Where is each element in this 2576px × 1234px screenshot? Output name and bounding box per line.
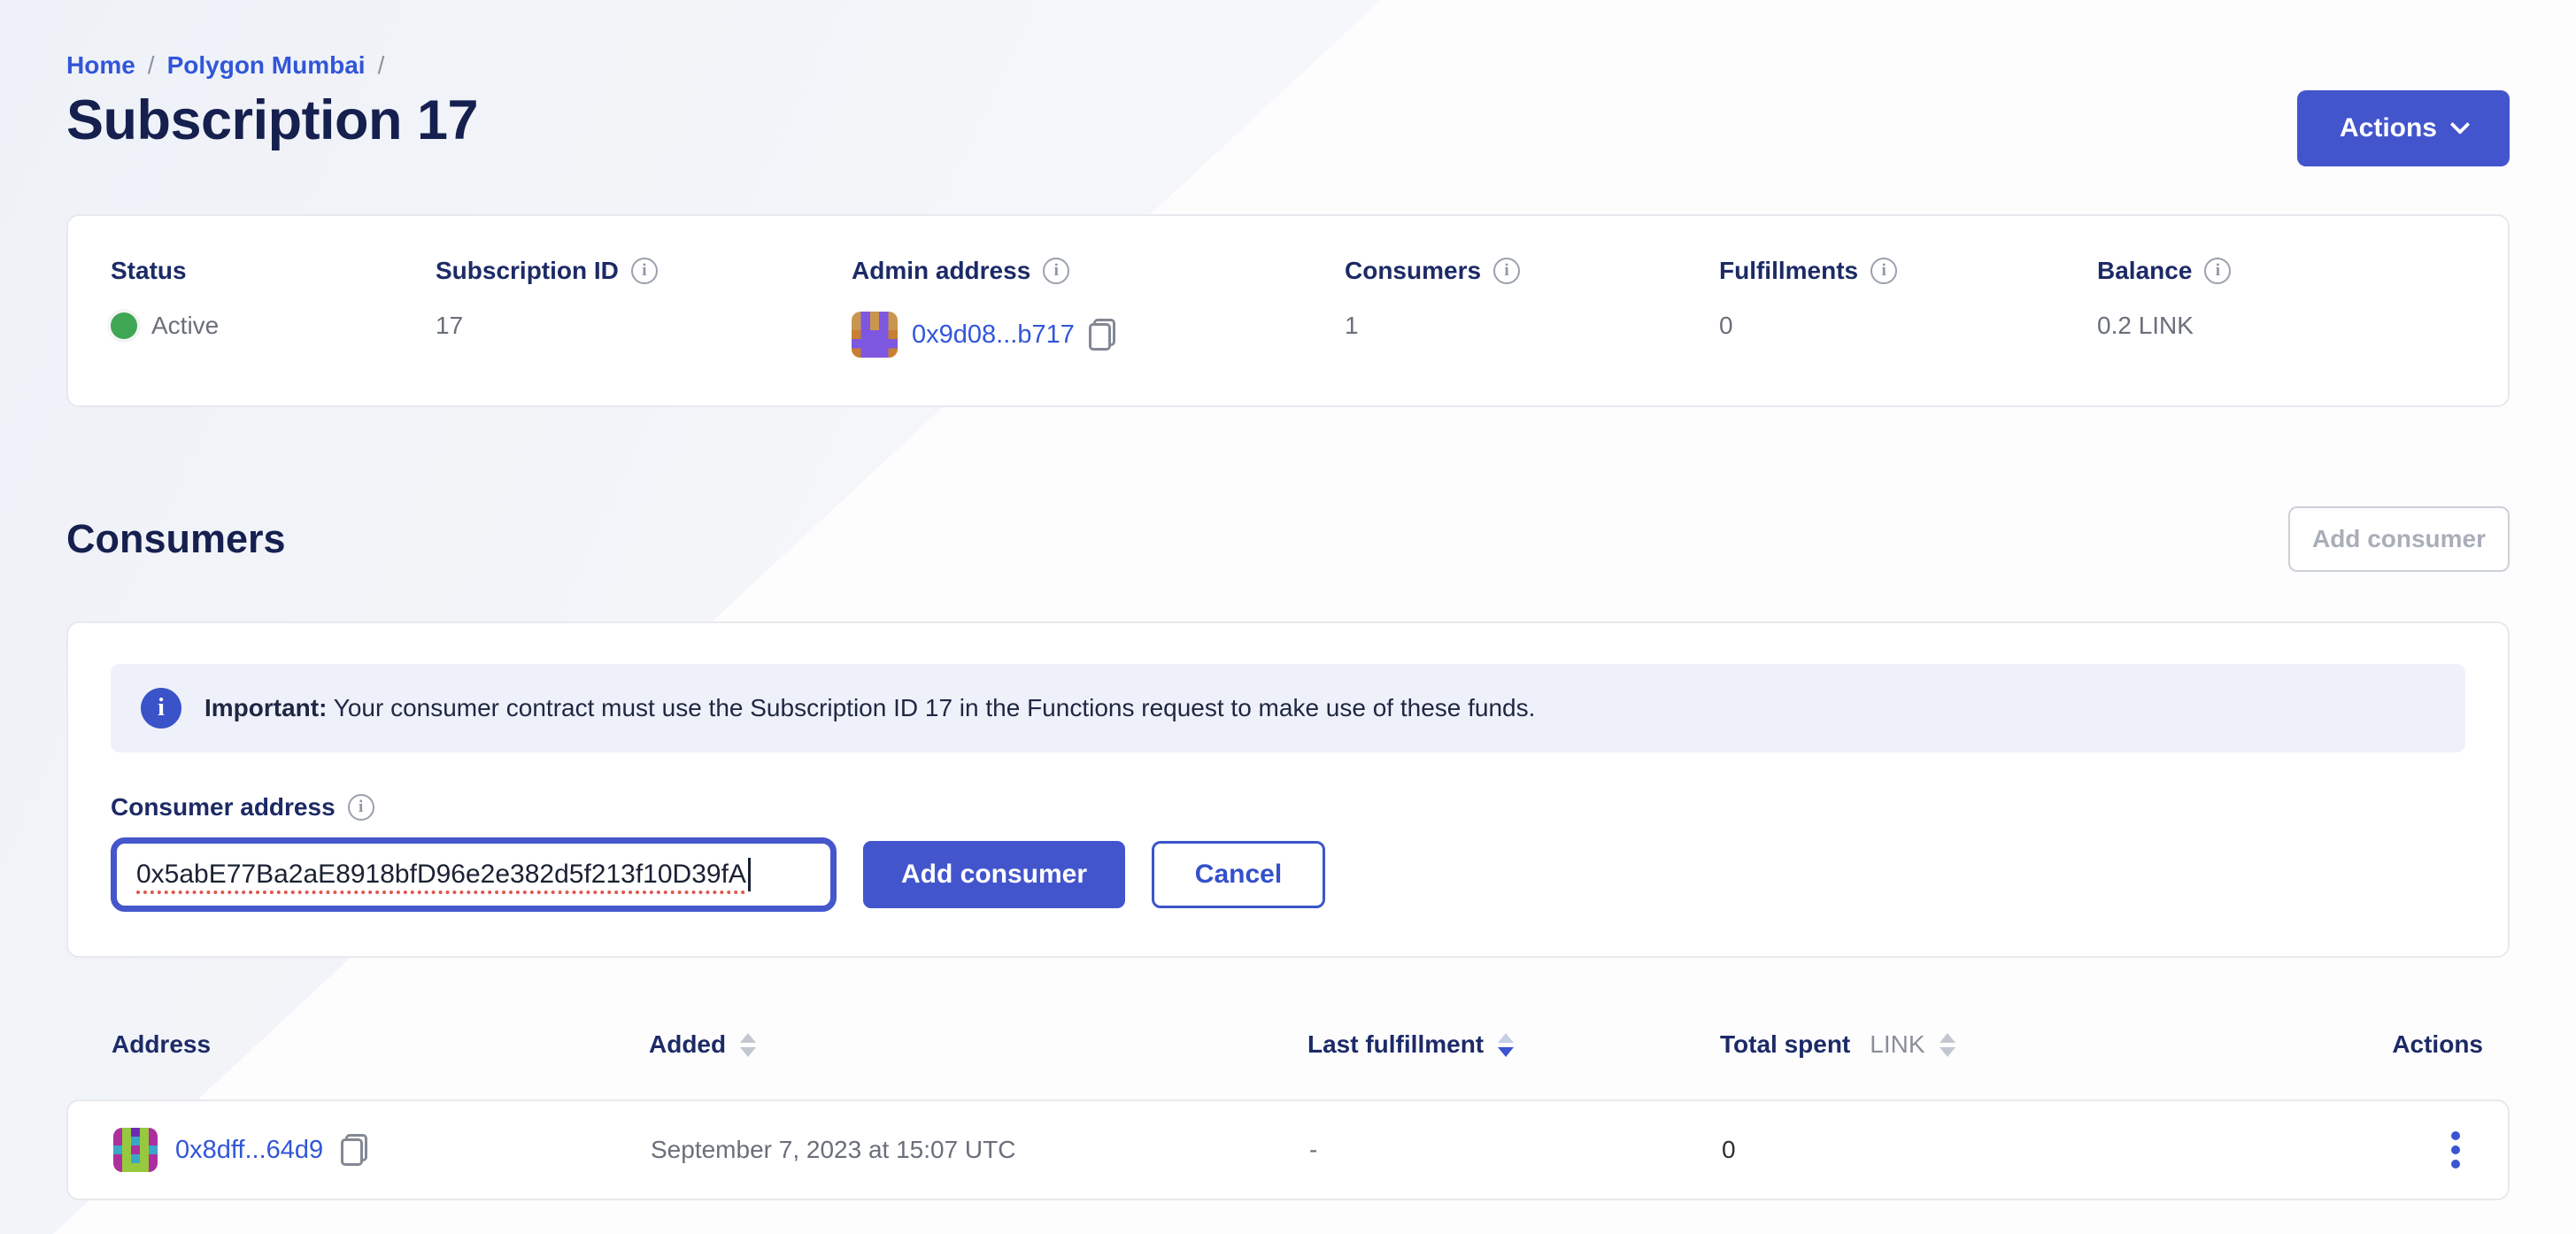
info-icon[interactable]: i [1043,258,1069,284]
info-icon[interactable]: i [2204,258,2231,284]
consumer-table-row: 0x8dff...64d9 September 7, 2023 at 15:07… [66,1099,2510,1200]
total-spent-unit-label: LINK [1870,1030,1924,1059]
consumer-address-cell: 0x8dff...64d9 [113,1128,651,1172]
balance-label: Balance [2097,257,2192,285]
subscription-id-value: 17 [436,312,463,340]
consumers-table-header: Address Added Last fulfillment Total spe… [66,1030,2510,1059]
admin-identicon [852,312,898,358]
summary-balance: Balance i 0.2 LINK [2097,257,2465,358]
subscription-summary-card: Status Active Subscription ID i 17 Admin… [66,214,2510,407]
status-active-dot [111,312,137,339]
consumer-actions-cell [2366,1128,2481,1172]
subscription-detail-page: Home / Polygon Mumbai / Subscription 17 … [0,0,2576,1200]
info-icon[interactable]: i [348,794,374,821]
info-icon[interactable]: i [1870,258,1897,284]
sort-icon-active-desc[interactable] [1498,1033,1514,1057]
column-header-last-fulfillment[interactable]: Last fulfillment [1307,1030,1720,1059]
column-header-actions: Actions [2368,1030,2483,1059]
column-header-total-spent[interactable]: Total spent LINK [1720,1030,2368,1059]
last-fulfillment-header-label: Last fulfillment [1307,1030,1484,1059]
add-consumer-card: i Important: Your consumer contract must… [66,621,2510,958]
sort-icon[interactable] [1940,1033,1955,1057]
summary-admin-address: Admin address i [852,257,1345,358]
fulfillments-value: 0 [1719,312,1733,340]
breadcrumb-separator: / [148,51,155,80]
column-header-added[interactable]: Added [649,1030,1307,1059]
consumer-added-cell: September 7, 2023 at 15:07 UTC [651,1136,1309,1164]
consumer-address-label: Consumer address [111,793,335,821]
info-icon[interactable]: i [631,258,658,284]
added-header-label: Added [649,1030,726,1059]
consumer-address-field-label: Consumer address i [111,793,2465,821]
subscription-id-label: Subscription ID [436,257,619,285]
info-icon[interactable]: i [1493,258,1520,284]
cancel-button[interactable]: Cancel [1152,841,1325,908]
admin-address-label: Admin address [852,257,1030,285]
important-notice-banner: i Important: Your consumer contract must… [111,664,2465,752]
sort-icon[interactable] [740,1033,756,1057]
balance-value: 0.2 LINK [2097,312,2194,340]
consumers-value: 1 [1345,312,1359,340]
breadcrumb-separator: / [378,51,385,80]
breadcrumb-network-link[interactable]: Polygon Mumbai [167,51,366,80]
admin-address-link[interactable]: 0x9d08...b717 [912,320,1075,350]
status-label: Status [111,257,187,285]
actions-button[interactable]: Actions [2297,90,2510,166]
important-notice-text: Important: Your consumer contract must u… [204,694,1535,722]
text-caret [748,858,751,891]
copy-icon[interactable] [1089,319,1115,351]
actions-header-label: Actions [2392,1030,2483,1059]
consumers-heading: Consumers [66,516,286,562]
address-header-label: Address [112,1030,211,1059]
consumer-address-link[interactable]: 0x8dff...64d9 [175,1136,323,1165]
copy-icon[interactable] [341,1134,367,1166]
summary-subscription-id: Subscription ID i 17 [436,257,852,358]
breadcrumb: Home / Polygon Mumbai / [66,0,2510,80]
total-spent-header-label: Total spent [1720,1030,1850,1059]
fulfillments-label: Fulfillments [1719,257,1858,285]
consumer-address-input[interactable]: 0x5abE77Ba2aE8918bfD96e2e382d5f213f10D39… [111,837,837,912]
consumer-identicon [113,1128,158,1172]
info-circle-filled-icon: i [141,688,181,729]
page-title: Subscription 17 [66,89,478,152]
column-header-address: Address [112,1030,649,1059]
consumers-section-header: Consumers Add consumer [66,506,2510,572]
consumer-last-fulfillment-cell: - [1309,1136,1722,1164]
important-notice-body: Your consumer contract must use the Subs… [327,694,1535,721]
status-value: Active [151,312,219,340]
important-notice-lead: Important: [204,694,327,721]
summary-fulfillments: Fulfillments i 0 [1719,257,2097,358]
breadcrumb-home-link[interactable]: Home [66,51,135,80]
chevron-down-icon [2450,114,2471,135]
consumers-label: Consumers [1345,257,1481,285]
add-consumer-form-row: 0x5abE77Ba2aE8918bfD96e2e382d5f213f10D39… [111,837,2465,912]
consumer-total-spent-cell: 0 [1722,1136,2366,1164]
actions-button-label: Actions [2340,113,2437,143]
summary-consumers: Consumers i 1 [1345,257,1719,358]
add-consumer-submit-button[interactable]: Add consumer [863,841,1125,908]
consumer-address-input-value: 0x5abE77Ba2aE8918bfD96e2e382d5f213f10D39… [136,860,746,890]
title-row: Subscription 17 Actions [66,89,2510,166]
add-consumer-button-disabled[interactable]: Add consumer [2288,506,2510,572]
summary-status: Status Active [111,257,436,358]
kebab-menu-icon[interactable] [2448,1128,2464,1172]
